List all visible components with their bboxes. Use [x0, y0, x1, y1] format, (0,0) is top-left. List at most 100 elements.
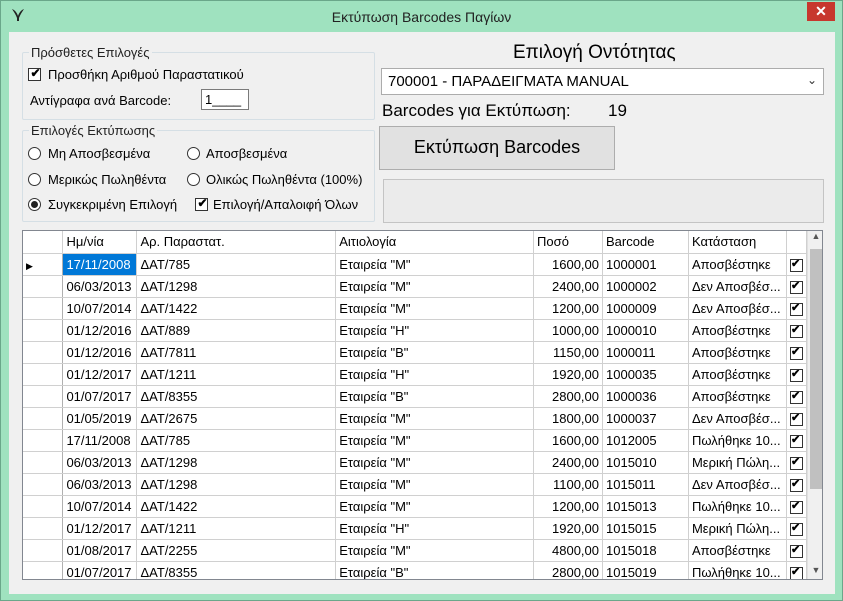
cell-date[interactable]: 06/03/2013: [62, 473, 138, 496]
cell-reason[interactable]: Εταιρεία "B": [335, 385, 535, 408]
table-row[interactable]: 17/11/2008 ΔΑΤ/785 Εταιρεία "M" 1600,00 1012…: [23, 429, 808, 452]
add-doc-number-label[interactable]: Προσθήκη Αριθμού Παραστατικού: [48, 67, 244, 82]
radio-specific-selection[interactable]: [28, 198, 41, 211]
cell-amount[interactable]: 2400,00: [533, 275, 604, 298]
cell-date[interactable]: 10/07/2014: [62, 495, 138, 518]
cell-status[interactable]: Πωλήθηκε 10...: [688, 495, 787, 518]
cell-barcode[interactable]: 1015010: [602, 451, 689, 474]
cell-amount[interactable]: 1200,00: [533, 297, 604, 320]
cell-amount[interactable]: 1800,00: [533, 407, 604, 430]
row-header[interactable]: [23, 341, 64, 364]
cell-doc-number[interactable]: ΔΑΤ/8355: [136, 385, 337, 408]
cell-barcode[interactable]: 1000009: [602, 297, 689, 320]
row-select-checkbox[interactable]: [789, 565, 803, 579]
copies-input[interactable]: 1____: [201, 89, 249, 110]
cell-date[interactable]: 01/12/2016: [62, 319, 138, 342]
radio-fully-sold-label[interactable]: Ολικώς Πωληθέντα (100%): [206, 172, 362, 187]
cell-date[interactable]: 01/07/2017: [62, 385, 138, 408]
row-header[interactable]: [23, 407, 64, 430]
cell-select[interactable]: [786, 275, 808, 298]
row-header[interactable]: [23, 363, 64, 386]
cell-reason[interactable]: Εταιρεία "M": [335, 429, 535, 452]
cell-reason[interactable]: Εταιρεία "M": [335, 473, 535, 496]
radio-fully-sold[interactable]: [187, 173, 200, 186]
cell-doc-number[interactable]: ΔΑΤ/785: [136, 429, 337, 452]
cell-doc-number[interactable]: ΔΑΤ/1422: [136, 495, 337, 518]
row-select-checkbox[interactable]: [789, 543, 803, 558]
cell-status[interactable]: Μερική Πώλη...: [688, 451, 787, 474]
cell-barcode[interactable]: 1000011: [602, 341, 689, 364]
cell-select[interactable]: [786, 561, 808, 579]
cell-select[interactable]: [786, 495, 808, 518]
cell-doc-number[interactable]: ΔΑΤ/2675: [136, 407, 337, 430]
cell-date[interactable]: 01/12/2016: [62, 341, 138, 364]
row-select-checkbox[interactable]: [789, 389, 803, 404]
chevron-down-icon[interactable]: ⌄: [807, 73, 817, 87]
column-header-amount[interactable]: Ποσό: [533, 231, 604, 254]
radio-not-depreciated[interactable]: [28, 147, 41, 160]
cell-doc-number[interactable]: ΔΑΤ/1422: [136, 297, 337, 320]
row-header[interactable]: [23, 275, 64, 298]
cell-reason[interactable]: Εταιρεία "H": [335, 517, 535, 540]
table-row[interactable]: 01/05/2019 ΔΑΤ/2675 Εταιρεία "M" 1800,00 100…: [23, 407, 808, 430]
table-row[interactable]: 06/03/2013 ΔΑΤ/1298 Εταιρεία "M" 2400,00 100…: [23, 275, 808, 298]
row-select-checkbox[interactable]: [789, 257, 803, 272]
radio-not-depreciated-label[interactable]: Μη Αποσβεσμένα: [48, 146, 150, 161]
table-row[interactable]: 10/07/2014 ΔΑΤ/1422 Εταιρεία "M" 1200,00 100…: [23, 297, 808, 320]
table-row[interactable]: 01/12/2017 ΔΑΤ/1211 Εταιρεία "H" 1920,00 100…: [23, 363, 808, 386]
cell-select[interactable]: [786, 341, 808, 364]
entity-dropdown[interactable]: 700001 - ΠΑΡΑΔΕΙΓΜΑΤΑ MANUAL ⌄: [381, 68, 824, 95]
row-select-checkbox[interactable]: [789, 455, 803, 470]
row-header[interactable]: [23, 429, 64, 452]
row-select-checkbox[interactable]: [789, 477, 803, 492]
row-select-checkbox[interactable]: [789, 279, 803, 294]
table-row[interactable]: 01/12/2016 ΔΑΤ/7811 Εταιρεία "B" 1150,00 100…: [23, 341, 808, 364]
row-header[interactable]: [23, 451, 64, 474]
cell-date[interactable]: 17/11/2008: [62, 429, 138, 452]
cell-amount[interactable]: 2800,00: [533, 385, 604, 408]
cell-reason[interactable]: Εταιρεία "M": [335, 539, 535, 562]
cell-barcode[interactable]: 1015019: [602, 561, 689, 579]
cell-barcode[interactable]: 1015011: [602, 473, 689, 496]
cell-reason[interactable]: Εταιρεία "M": [335, 407, 535, 430]
cell-reason[interactable]: Εταιρεία "H": [335, 363, 535, 386]
cell-select[interactable]: [786, 319, 808, 342]
close-button[interactable]: ✕: [807, 2, 835, 21]
print-barcodes-button[interactable]: Εκτύπωση Barcodes: [379, 126, 615, 170]
cell-date[interactable]: 06/03/2013: [62, 275, 138, 298]
cell-barcode[interactable]: 1000036: [602, 385, 689, 408]
cell-select[interactable]: [786, 429, 808, 452]
cell-date[interactable]: 06/03/2013: [62, 451, 138, 474]
cell-select[interactable]: [786, 451, 808, 474]
scrollbar-thumb[interactable]: [810, 249, 822, 489]
cell-reason[interactable]: Εταιρεία "M": [335, 297, 535, 320]
cell-select[interactable]: [786, 253, 808, 276]
cell-amount[interactable]: 1920,00: [533, 363, 604, 386]
row-select-checkbox[interactable]: [789, 521, 803, 536]
radio-partially-sold[interactable]: [28, 173, 41, 186]
select-all-checkbox[interactable]: ✔: [195, 196, 208, 211]
row-header[interactable]: [23, 561, 64, 579]
table-row[interactable]: 06/03/2013 ΔΑΤ/1298 Εταιρεία "M" 1100,00 101…: [23, 473, 808, 496]
cell-reason[interactable]: Εταιρεία "H": [335, 319, 535, 342]
cell-status[interactable]: Αποσβέστηκε: [688, 385, 787, 408]
cell-status[interactable]: Αποσβέστηκε: [688, 341, 787, 364]
cell-date[interactable]: 01/07/2017: [62, 561, 138, 579]
table-row[interactable]: 06/03/2013 ΔΑΤ/1298 Εταιρεία "M" 2400,00 101…: [23, 451, 808, 474]
cell-amount[interactable]: 1200,00: [533, 495, 604, 518]
cell-barcode[interactable]: 1015013: [602, 495, 689, 518]
cell-amount[interactable]: 4800,00: [533, 539, 604, 562]
cell-amount[interactable]: 1000,00: [533, 319, 604, 342]
cell-amount[interactable]: 1600,00: [533, 429, 604, 452]
cell-date[interactable]: 01/12/2017: [62, 517, 138, 540]
cell-status[interactable]: Αποσβέστηκε: [688, 539, 787, 562]
assets-grid[interactable]: Ημ/νία Αρ. Παραστατ. Αιτιολογία Ποσό Bar…: [22, 230, 823, 580]
cell-status[interactable]: Μερική Πώλη...: [688, 517, 787, 540]
row-header[interactable]: [23, 297, 64, 320]
add-doc-number-checkbox[interactable]: ✔: [28, 66, 41, 81]
column-header-status[interactable]: Κατάσταση: [688, 231, 787, 254]
cell-barcode[interactable]: 1000037: [602, 407, 689, 430]
row-header[interactable]: [23, 517, 64, 540]
column-header-select[interactable]: [786, 231, 808, 254]
cell-select[interactable]: [786, 407, 808, 430]
